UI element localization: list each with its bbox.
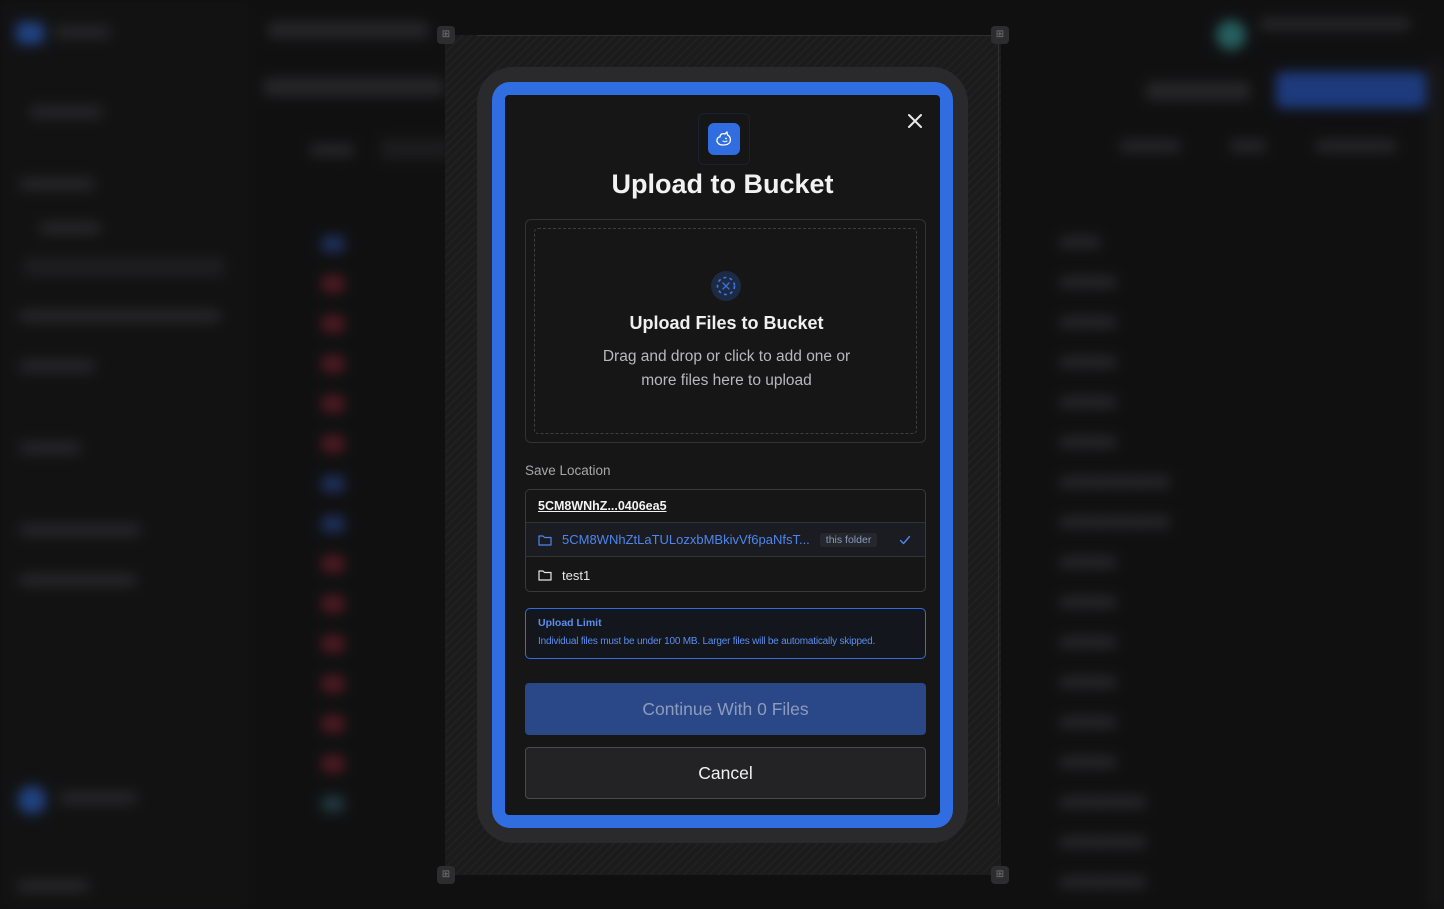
upload-limit-notice: Upload Limit Individual files must be un… xyxy=(525,608,926,659)
folder-icon xyxy=(538,570,552,581)
cancel-button[interactable]: Cancel xyxy=(525,747,926,799)
upload-limit-title: Upload Limit xyxy=(538,617,602,629)
dropzone-container: Upload Files to Bucket Drag and drop or … xyxy=(525,219,926,443)
folder-name: test1 xyxy=(562,567,591,583)
save-location-picker: 5CM8WNhZ...0406ea5 5CM8WNhZtLaTULozxbMBk… xyxy=(525,489,926,592)
background-scrollbar xyxy=(1428,60,1444,909)
upload-limit-text: Individual files must be under 100 MB. L… xyxy=(538,636,876,647)
dropzone-title: Upload Files to Bucket xyxy=(629,313,824,333)
continue-button[interactable]: Continue With 0 Files xyxy=(525,683,926,735)
close-button[interactable] xyxy=(903,109,927,133)
folder-row-selected[interactable]: 5CM8WNhZtLaTULozxbMBkivVf6paNfsT... this… xyxy=(526,523,925,557)
close-icon xyxy=(908,114,922,128)
folder-row[interactable]: test1 xyxy=(526,558,925,591)
background-primary-button xyxy=(1276,72,1426,108)
frame-corner-marker: ⊞ xyxy=(437,26,455,44)
folder-name: 5CM8WNhZtLaTULozxbMBkivVf6paNfsT... xyxy=(562,532,810,547)
background-sidebar xyxy=(0,0,250,909)
file-dropzone[interactable]: Upload Files to Bucket Drag and drop or … xyxy=(534,228,917,434)
bucket-breadcrumb[interactable]: 5CM8WNhZ...0406ea5 xyxy=(526,490,925,523)
frame-corner-marker: ⊞ xyxy=(991,866,1009,884)
upload-drop-icon xyxy=(711,271,741,301)
frame-corner-marker: ⊞ xyxy=(437,866,455,884)
bucket-logo xyxy=(708,123,740,155)
frame-corner-marker: ⊞ xyxy=(991,26,1009,44)
upload-modal: Upload to Bucket Upload Files to Bucket … xyxy=(505,95,940,815)
folder-icon xyxy=(538,534,552,546)
save-location-label: Save Location xyxy=(525,463,611,478)
modal-title: Upload to Bucket xyxy=(611,169,834,199)
bucket-logo-icon xyxy=(716,131,732,146)
dropzone-subtitle: Drag and drop or click to add one or mor… xyxy=(602,348,851,389)
this-folder-badge: this folder xyxy=(819,532,878,547)
check-icon xyxy=(899,535,911,545)
